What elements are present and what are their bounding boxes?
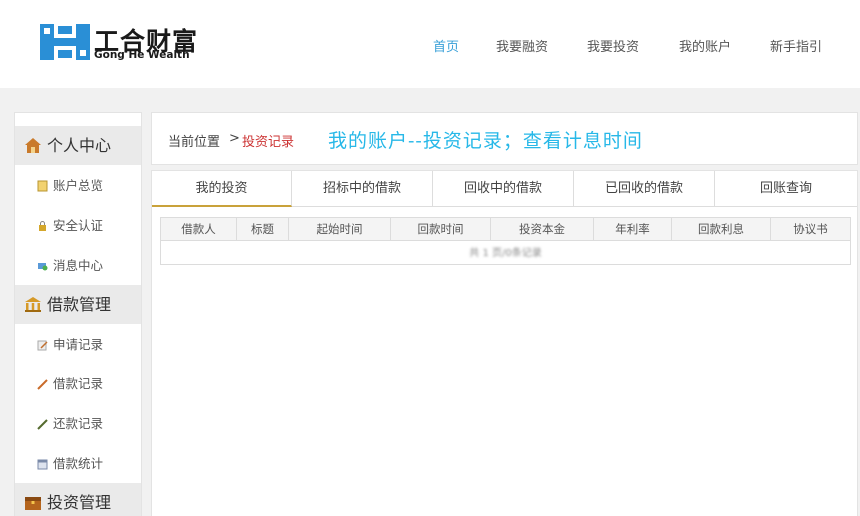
column-header: 回款利息: [672, 218, 771, 241]
treasure-chest-icon: [25, 497, 41, 510]
column-header: 起始时间: [289, 218, 391, 241]
sidebar-group-investment-management[interactable]: 投资管理: [15, 483, 141, 516]
sidebar-item-label: 借款统计: [53, 456, 104, 471]
sidebar-item-label: 安全认证: [53, 218, 104, 233]
breadcrumb: 当前位置 > 投资记录 我的账户--投资记录；查看计息时间: [151, 112, 858, 165]
column-header: 借款人: [161, 218, 237, 241]
investment-records-panel: 我的投资 招标中的借款 回收中的借款 已回收的借款 回账查询 借款人 标题 起始…: [151, 170, 858, 516]
column-header: 标题: [237, 218, 289, 241]
table-empty-row: 共 1 页/0条记录: [469, 248, 542, 259]
sidebar-group-label: 投资管理: [47, 493, 112, 512]
main-nav: 首页 我要融资 我要投资 我的账户 新手指引: [0, 36, 860, 56]
pen-icon: [37, 419, 48, 430]
breadcrumb-current[interactable]: 投资记录: [242, 131, 294, 150]
sidebar-group-label: 个人中心: [47, 136, 112, 155]
sidebar-item-label: 消息中心: [53, 258, 104, 273]
document-icon: [37, 180, 48, 192]
tab-bidding-loans[interactable]: 招标中的借款: [292, 171, 433, 207]
table-header: 借款人 标题 起始时间 回款时间 投资本金 年利率 回款利息 协议书: [161, 218, 850, 241]
bank-icon: [25, 297, 41, 312]
sidebar-item-applications[interactable]: 申请记录: [15, 335, 141, 355]
sidebar-item-loan-statistics[interactable]: 借款统计: [15, 454, 141, 474]
edit-note-icon: [37, 340, 48, 351]
annotation-text: 我的账户--投资记录；查看计息时间: [328, 130, 643, 152]
sidebar-item-messages[interactable]: 消息中心: [15, 256, 141, 276]
tab-my-investments[interactable]: 我的投资: [152, 171, 292, 207]
sidebar-item-repayment-records[interactable]: 还款记录: [15, 414, 141, 434]
column-header: 协议书: [793, 222, 828, 236]
tab-recovering-loans[interactable]: 回收中的借款: [433, 171, 574, 207]
breadcrumb-label: 当前位置: [168, 135, 221, 150]
message-icon: [38, 263, 48, 271]
nav-guide[interactable]: 新手指引: [770, 36, 822, 55]
sidebar-item-label: 还款记录: [53, 416, 104, 431]
investment-table: 借款人 标题 起始时间 回款时间 投资本金 年利率 回款利息 协议书 共 1 页…: [160, 217, 851, 265]
site-header: 工合财富 Gong He Wealth 首页 我要融资 我要投资 我的账户 新手…: [0, 0, 860, 88]
sidebar-item-loan-records[interactable]: 借款记录: [15, 374, 141, 394]
sidebar-item-account-overview[interactable]: 账户总览: [15, 176, 141, 196]
column-header: 投资本金: [491, 218, 594, 241]
tab-repayment-query[interactable]: 回账查询: [715, 171, 857, 207]
sidebar-item-label: 申请记录: [53, 337, 104, 352]
nav-my-account[interactable]: 我的账户: [679, 36, 731, 55]
nav-invest[interactable]: 我要投资: [587, 36, 639, 55]
sidebar-item-security[interactable]: 安全认证: [15, 216, 141, 236]
tab-recovered-loans[interactable]: 已回收的借款: [574, 171, 715, 207]
sidebar-item-label: 账户总览: [53, 178, 104, 193]
sidebar-item-label: 借款记录: [53, 376, 104, 391]
lock-icon: [39, 221, 46, 231]
pencil-icon: [37, 379, 48, 390]
home-icon: [25, 138, 41, 153]
nav-financing[interactable]: 我要融资: [496, 36, 548, 55]
column-header: 回款时间: [391, 218, 491, 241]
sidebar-group-personal-center[interactable]: 个人中心: [15, 126, 141, 165]
nav-home[interactable]: 首页: [433, 36, 459, 55]
sidebar: 个人中心 账户总览 安全认证 消息中心 借款管理 申请记录 借款记录 还款记录: [14, 112, 142, 516]
sidebar-group-label: 借款管理: [47, 295, 112, 314]
breadcrumb-separator: >: [229, 131, 240, 146]
sidebar-group-loan-management[interactable]: 借款管理: [15, 285, 141, 324]
record-tabs: 我的投资 招标中的借款 回收中的借款 已回收的借款 回账查询: [152, 171, 857, 207]
calendar-icon: [37, 459, 48, 470]
column-header: 年利率: [594, 218, 672, 241]
